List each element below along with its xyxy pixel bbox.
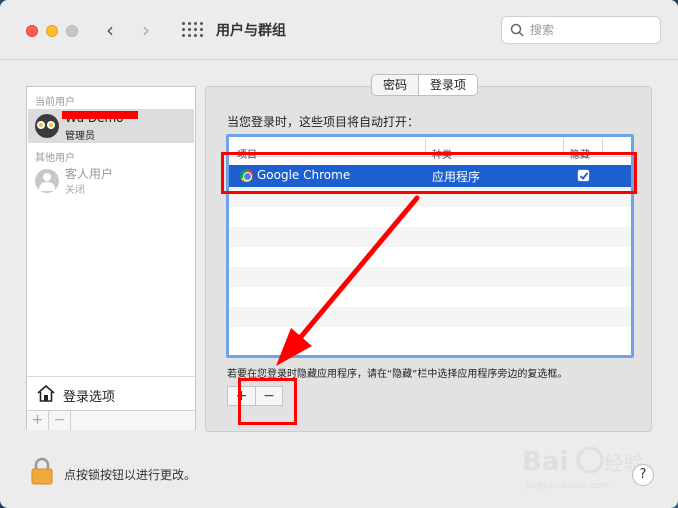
- svg-text:Bai: Bai: [522, 447, 568, 477]
- lock-hint-text: 点按锁按钮以进行更改。: [64, 468, 197, 482]
- help-button[interactable]: ?: [632, 464, 654, 486]
- lock-icon[interactable]: [30, 457, 54, 485]
- users-groups-window: ‹ › 用户与群组 当前用户 Wu Demo 管理员 其他用户: [0, 0, 678, 508]
- svg-text:jingyan.baidu.com: jingyan.baidu.com: [525, 481, 609, 491]
